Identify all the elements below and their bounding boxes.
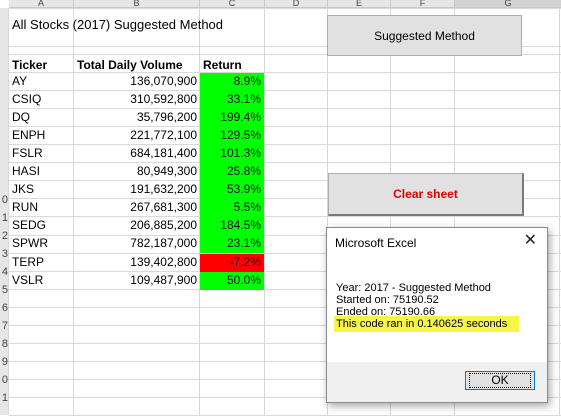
volume-cell[interactable]: 191,632,200: [74, 181, 200, 198]
message-box: Microsoft Excel ✕ Year: 2017 - Suggested…: [326, 227, 548, 403]
volume-cell[interactable]: 221,772,100: [74, 127, 200, 144]
return-cell[interactable]: -7.2%: [200, 253, 264, 272]
column-header-f[interactable]: F: [391, 0, 455, 8]
dialog-line-start: Started on: 75190.52: [336, 294, 439, 306]
return-cell[interactable]: 129.5%: [200, 127, 264, 146]
volume-cell[interactable]: 267,681,300: [74, 199, 200, 216]
column-header-b[interactable]: B: [74, 0, 200, 8]
return-cell[interactable]: 53.9%: [200, 181, 264, 200]
ticker-cell[interactable]: FSLR: [12, 145, 72, 162]
ticker-cell[interactable]: DQ: [12, 109, 72, 126]
column-header-c[interactable]: C: [200, 0, 265, 8]
header-ticker[interactable]: Ticker: [12, 57, 72, 74]
ticker-cell[interactable]: CSIQ: [12, 91, 72, 108]
return-cell[interactable]: 101.3%: [200, 145, 264, 164]
ticker-cell[interactable]: RUN: [12, 199, 72, 216]
grid-row-line: [9, 8, 561, 9]
volume-cell[interactable]: 310,592,800: [74, 91, 200, 108]
dialog-line-year: Year: 2017 - Suggested Method: [336, 282, 491, 294]
column-label: B: [133, 0, 140, 8]
suggested-method-button[interactable]: Suggested Method: [327, 15, 522, 56]
volume-cell[interactable]: 206,885,200: [74, 217, 200, 234]
return-cell[interactable]: 199.4%: [200, 109, 264, 128]
column-label: G: [504, 0, 512, 8]
dialog-message: Year: 2017 - Suggested Method Started on…: [334, 282, 520, 332]
ticker-cell[interactable]: SPWR: [12, 235, 72, 252]
dialog-title: Microsoft Excel: [335, 236, 417, 250]
dialog-elapsed-time: This code ran in 0.140625 seconds: [334, 316, 520, 332]
header-return[interactable]: Return: [203, 57, 263, 74]
column-label: D: [292, 0, 300, 8]
ticker-cell[interactable]: ENPH: [12, 127, 72, 144]
close-icon[interactable]: ✕: [524, 233, 537, 249]
clear-sheet-label: Clear sheet: [393, 187, 458, 201]
grid-col-line: [559, 8, 560, 415]
volume-cell[interactable]: 136,070,900: [74, 73, 200, 90]
sheet-title: All Stocks (2017) Suggested Method: [12, 17, 224, 32]
column-label: F: [419, 0, 426, 8]
ticker-cell[interactable]: AY: [12, 73, 72, 90]
clear-sheet-button[interactable]: Clear sheet: [328, 173, 524, 216]
ticker-cell[interactable]: VSLR: [12, 272, 72, 289]
column-header-a[interactable]: A: [9, 0, 74, 8]
return-cell[interactable]: 50.0%: [200, 271, 264, 290]
return-cell[interactable]: 25.8%: [200, 163, 264, 182]
suggested-method-label: Suggested Method: [374, 28, 475, 43]
return-cell[interactable]: 8.9%: [200, 73, 264, 91]
column-label: C: [228, 0, 236, 8]
grid-col-line: [264, 8, 265, 415]
header-volume[interactable]: Total Daily Volume: [77, 57, 199, 74]
volume-cell[interactable]: 782,187,000: [74, 235, 200, 252]
ok-button[interactable]: OK: [465, 371, 535, 390]
grid-col-line: [8, 8, 9, 415]
return-cell[interactable]: 23.1%: [200, 235, 264, 254]
ticker-cell[interactable]: SEDG: [12, 217, 72, 234]
volume-cell[interactable]: 35,796,200: [74, 109, 200, 126]
volume-cell[interactable]: 139,402,800: [74, 254, 200, 271]
ticker-cell[interactable]: TERP: [12, 254, 72, 271]
ok-label: OK: [469, 373, 531, 388]
volume-cell[interactable]: 80,949,300: [74, 163, 200, 180]
column-header-e[interactable]: E: [328, 0, 391, 8]
return-cell[interactable]: 5.5%: [200, 199, 264, 218]
volume-cell[interactable]: 684,181,400: [74, 145, 200, 162]
volume-cell[interactable]: 109,487,900: [74, 272, 200, 289]
return-cell[interactable]: 184.5%: [200, 217, 264, 236]
ticker-cell[interactable]: JKS: [12, 181, 72, 198]
column-header-d[interactable]: D: [265, 0, 328, 8]
ticker-cell[interactable]: HASI: [12, 163, 72, 180]
column-label: A: [37, 0, 44, 8]
dialog-footer: OK: [327, 362, 547, 402]
return-cell[interactable]: 33.1%: [200, 91, 264, 110]
column-header-g[interactable]: G: [455, 0, 561, 8]
column-label: E: [355, 0, 362, 8]
